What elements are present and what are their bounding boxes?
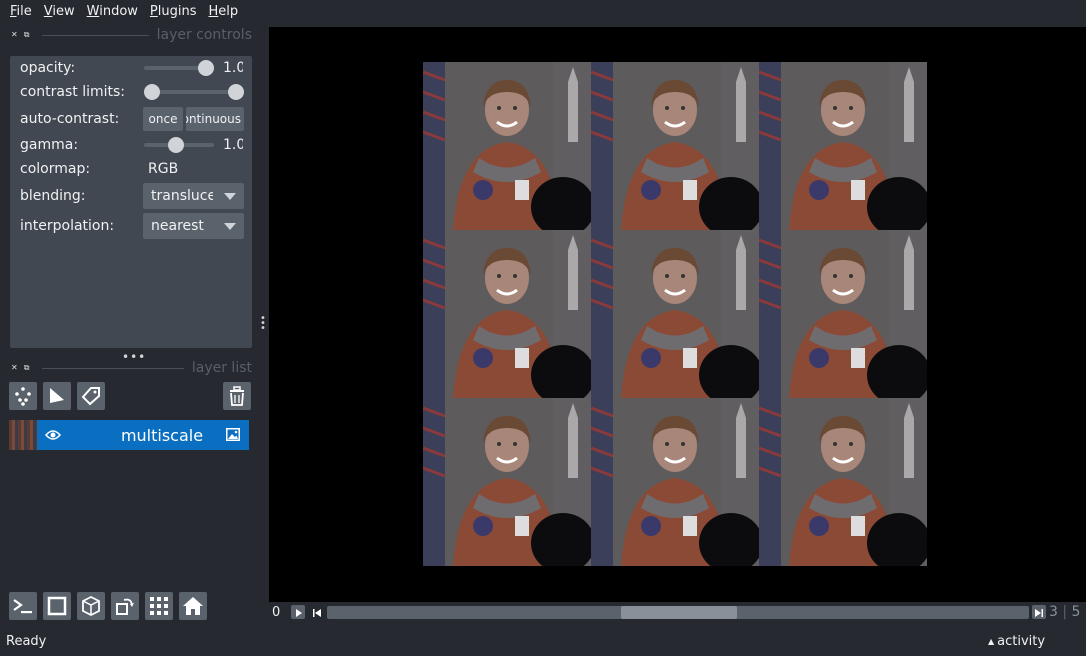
- label-tag-icon: [81, 387, 100, 406]
- roll-dims-button[interactable]: [111, 592, 139, 620]
- opacity-label: opacity:: [20, 60, 76, 76]
- shapes-icon: [50, 388, 64, 403]
- close-dock-icon[interactable]: ✕: [11, 363, 18, 373]
- auto-contrast-once-button[interactable]: once: [143, 107, 183, 131]
- menu-file[interactable]: File: [4, 0, 38, 24]
- layer-list-item[interactable]: multiscale: [37, 420, 249, 450]
- interpolation-label: interpolation:: [20, 218, 115, 234]
- layer-controls-panel: opacity: 1.0 contrast limits: auto-contr…: [10, 56, 252, 348]
- image-tile-grid: [423, 62, 927, 567]
- chevron-down-icon: [224, 223, 236, 230]
- menu-window[interactable]: Window: [81, 0, 144, 24]
- image-tile: [759, 62, 927, 230]
- blending-label: blending:: [20, 188, 86, 204]
- skip-forward-icon: [1035, 609, 1043, 617]
- skip-back-icon: [313, 609, 321, 617]
- trash-icon: [230, 386, 244, 406]
- image-tile: [423, 230, 591, 398]
- new-shapes-layer-button[interactable]: [43, 382, 71, 410]
- step-back-button[interactable]: [310, 605, 324, 619]
- dock-resize-handle[interactable]: • • •: [260, 314, 266, 334]
- contrast-limits-label: contrast limits:: [20, 84, 125, 100]
- image-tile: [759, 230, 927, 398]
- image-tile: [591, 230, 759, 398]
- layer-controls-title: layer controls: [156, 27, 252, 43]
- colormap-label: colormap:: [20, 161, 91, 177]
- title-divider: [42, 34, 149, 36]
- colormap-value: RGB: [148, 161, 179, 177]
- contrast-limits-slider[interactable]: [144, 84, 244, 100]
- eye-icon[interactable]: [45, 429, 61, 441]
- close-dock-icon[interactable]: ✕: [11, 30, 18, 40]
- status-bar: Ready ▲ activity: [0, 630, 1086, 656]
- menu-plugins[interactable]: Plugins: [144, 0, 203, 24]
- blending-dropdown[interactable]: translucent: [143, 183, 244, 209]
- image-tile: [423, 62, 591, 230]
- grid-mode-button[interactable]: [145, 592, 173, 620]
- step-forward-button[interactable]: [1032, 605, 1046, 619]
- dims-slider-bar: 0 3 | 5: [269, 602, 1086, 624]
- grid-icon: [150, 597, 168, 615]
- auto-contrast-continuous-button[interactable]: continuous: [186, 107, 244, 131]
- rotate-icon: [116, 598, 134, 615]
- blending-dropdown-value: translucent: [151, 188, 213, 204]
- chevron-up-icon: ▲: [988, 637, 995, 646]
- dims-index: 3: [1049, 604, 1058, 620]
- square-icon: [47, 596, 67, 616]
- layer-list-title: layer list: [191, 360, 252, 376]
- activity-label: activity: [997, 634, 1046, 649]
- menu-help[interactable]: Help: [203, 0, 245, 24]
- layer-name[interactable]: multiscale: [97, 426, 227, 445]
- image-tile: [759, 398, 927, 566]
- gamma-label: gamma:: [20, 137, 79, 153]
- auto-contrast-label: auto-contrast:: [20, 111, 120, 127]
- ndisplay-2d-button[interactable]: [43, 592, 71, 620]
- opacity-slider[interactable]: [144, 60, 214, 76]
- gamma-value[interactable]: 1.0: [223, 137, 243, 153]
- layer-thumbnail: [9, 420, 37, 450]
- new-labels-layer-button[interactable]: [77, 382, 105, 410]
- interpolation-dropdown-value: nearest: [151, 218, 204, 234]
- status-text: Ready: [6, 634, 47, 649]
- image-tile: [423, 398, 591, 566]
- home-button[interactable]: [179, 592, 207, 620]
- dims-total: 5: [1071, 604, 1081, 620]
- console-button[interactable]: [9, 592, 37, 620]
- gamma-slider[interactable]: [144, 137, 214, 153]
- play-button[interactable]: [291, 605, 305, 619]
- opacity-value[interactable]: 1.0: [223, 60, 243, 76]
- activity-button[interactable]: ▲ activity: [988, 634, 1045, 649]
- image-tile: [591, 62, 759, 230]
- play-icon: [296, 609, 302, 617]
- title-divider: [42, 367, 184, 369]
- dims-position-readout: 3 | 5: [1049, 604, 1081, 620]
- new-points-layer-button[interactable]: [9, 382, 37, 410]
- ndisplay-3d-button[interactable]: [77, 592, 105, 620]
- dims-slider-handle[interactable]: [621, 606, 737, 619]
- image-tile: [591, 398, 759, 566]
- layer-controls-title-bar: ✕ ⧉ layer controls: [8, 27, 252, 43]
- cube-icon: [82, 595, 100, 617]
- gamma-slider-handle[interactable]: [168, 137, 184, 153]
- contrast-min-handle[interactable]: [144, 84, 160, 100]
- image-layer-icon: [226, 428, 240, 441]
- interpolation-dropdown[interactable]: nearest: [143, 213, 244, 239]
- viewer-canvas[interactable]: [269, 27, 1086, 602]
- chevron-down-icon: [224, 193, 236, 200]
- float-dock-icon[interactable]: ⧉: [24, 30, 30, 40]
- contrast-max-handle[interactable]: [228, 84, 244, 100]
- delete-layer-button[interactable]: [223, 382, 251, 410]
- float-dock-icon[interactable]: ⧉: [24, 363, 30, 373]
- home-icon: [183, 597, 203, 615]
- menu-bar: File View Window Plugins Help: [0, 0, 1086, 24]
- terminal-icon: [13, 599, 32, 614]
- opacity-slider-handle[interactable]: [198, 60, 214, 76]
- layer-list-title-bar: ✕ ⧉ layer list: [8, 360, 252, 376]
- menu-view[interactable]: View: [38, 0, 81, 24]
- dims-current-index: 0: [272, 605, 281, 620]
- points-icon: [15, 387, 31, 406]
- dims-slider-track[interactable]: [327, 606, 1029, 619]
